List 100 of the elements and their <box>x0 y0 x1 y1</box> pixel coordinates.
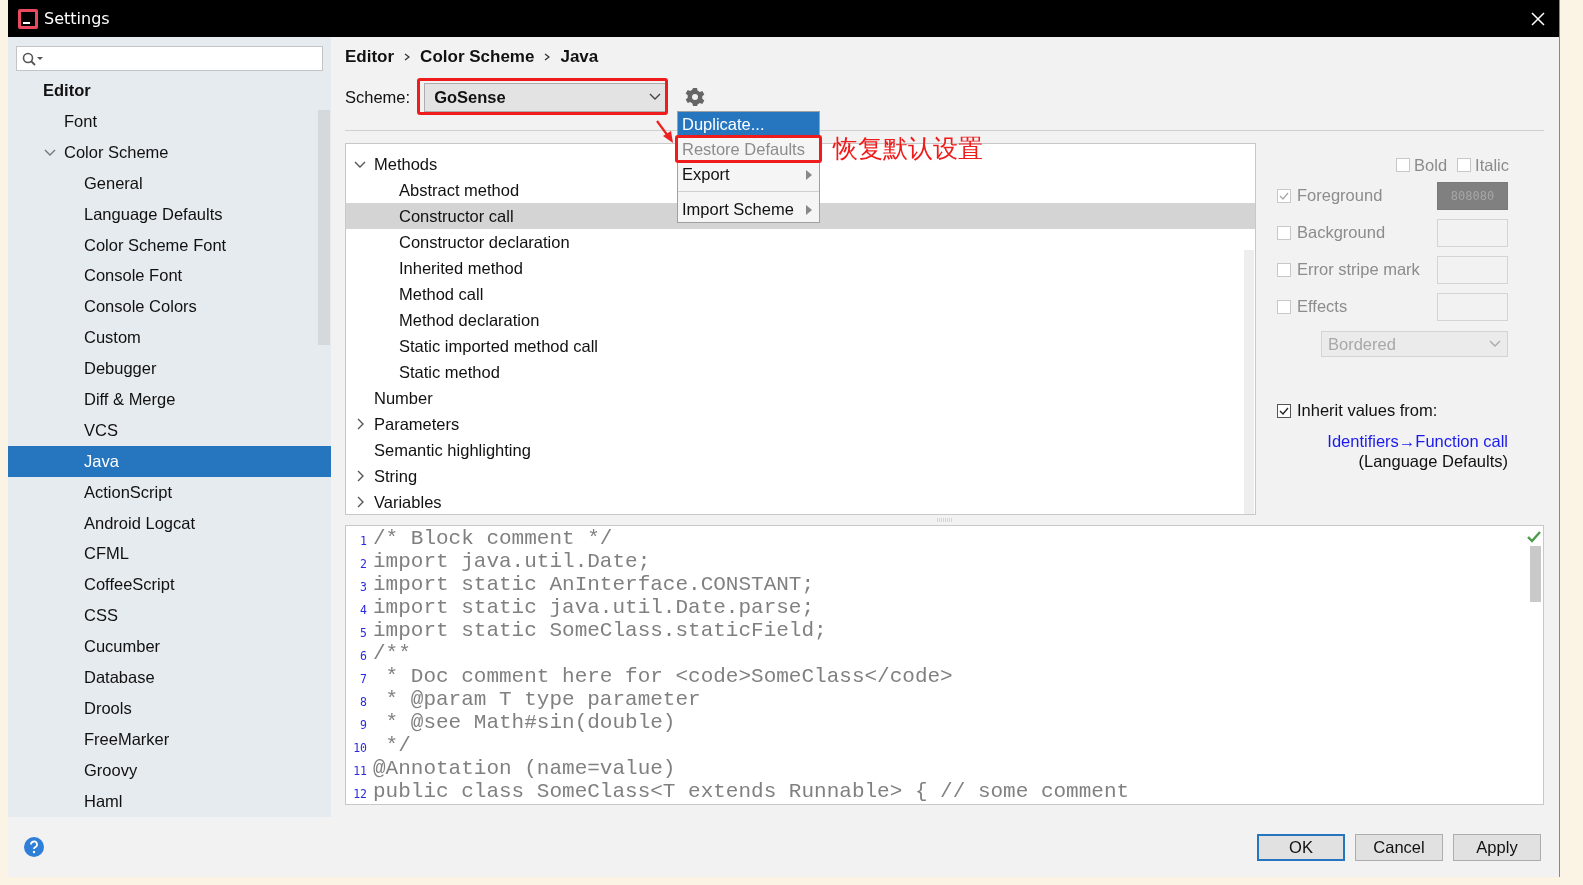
line-number: 5 <box>359 626 367 642</box>
checkbox-label: Background <box>1297 223 1387 242</box>
line-number: 11 <box>352 764 367 780</box>
tree-item[interactable]: Method call <box>346 281 484 307</box>
help-icon[interactable] <box>24 837 44 857</box>
tree-item[interactable]: Abstract method <box>346 177 520 203</box>
breadcrumb-item[interactable]: Editor <box>345 47 395 67</box>
check-icon <box>1527 531 1541 543</box>
menu-item[interactable]: Duplicate... <box>678 112 819 137</box>
search-icon <box>22 51 44 66</box>
code-line: /** <box>373 643 411 665</box>
tree-item[interactable]: Number <box>346 385 433 411</box>
tree-item[interactable]: String <box>346 463 418 489</box>
annotation-text: 恢复默认设置 <box>833 133 983 165</box>
checkbox-label: Foreground <box>1297 186 1384 205</box>
sidebar-item[interactable]: Haml <box>8 785 331 817</box>
checkbox-label: Effects <box>1297 297 1349 316</box>
search-field[interactable] <box>16 46 323 71</box>
color-swatch[interactable] <box>1437 292 1508 321</box>
tree-item[interactable]: Variables <box>346 489 442 514</box>
tree-item[interactable]: Method declaration <box>346 307 540 333</box>
sidebar-item[interactable]: Java <box>8 445 331 477</box>
line-number: 10 <box>352 741 367 757</box>
sidebar-item[interactable]: CFML <box>8 538 331 570</box>
color-swatch[interactable] <box>1437 218 1508 247</box>
sidebar-item[interactable]: Database <box>8 662 331 693</box>
sidebar-item[interactable]: Android Logcat <box>8 507 331 539</box>
settings-icon[interactable] <box>685 87 706 107</box>
sidebar-item[interactable]: Color Scheme Font <box>8 229 331 261</box>
arrow <box>655 120 675 144</box>
sidebar-item[interactable]: CSS <box>8 600 331 632</box>
sidebar-item[interactable]: Color Scheme <box>8 136 331 168</box>
checkbox-label: Error stripe mark <box>1297 260 1421 279</box>
line-number: 6 <box>359 649 367 665</box>
dialog-button[interactable]: OK <box>1257 833 1345 861</box>
line-number: 9 <box>359 718 367 734</box>
sidebar-item[interactable]: Drools <box>8 692 331 724</box>
code-line: * @see Math#sin(double) <box>384 712 676 734</box>
code-line: * Doc comment here for <code>SomeClass</code> <box>384 666 953 688</box>
chevron-right-icon <box>404 53 411 61</box>
tree-item[interactable]: Methods <box>346 151 438 177</box>
code-line: import static java.util.Date.parse; <box>373 597 815 619</box>
app-icon <box>18 8 38 29</box>
dialog-button[interactable]: Cancel <box>1355 833 1443 861</box>
sidebar-item[interactable]: Console Font <box>8 260 331 292</box>
chevron-down-icon <box>649 93 662 101</box>
section-heading: Editor <box>42 80 92 101</box>
submenu-arrow-icon <box>806 169 812 180</box>
sidebar-item[interactable]: CoffeeScript <box>8 569 331 601</box>
checkbox-label: Inherit values from: <box>1297 401 1438 420</box>
sidebar-item[interactable]: Debugger <box>8 353 331 384</box>
tree-item[interactable]: Static imported method call <box>346 333 598 359</box>
chevron-right-icon <box>544 53 551 61</box>
code-line: * @param T type parameter <box>384 689 701 711</box>
window-title: Settings <box>44 9 110 28</box>
line-number: 12 <box>352 787 367 803</box>
sidebar-item[interactable]: Diff & Merge <box>8 384 331 415</box>
sidebar-item[interactable]: VCS <box>8 414 331 446</box>
tree-item[interactable]: Semantic highlighting <box>346 437 531 463</box>
tree-item[interactable]: Static method <box>346 359 500 385</box>
scheme-label: Scheme: <box>345 87 411 107</box>
scrollbar[interactable] <box>1244 250 1254 514</box>
checkbox-label: Bold <box>1414 155 1448 175</box>
code-line: import static AnInterface.CONSTANT; <box>373 574 815 596</box>
menu-item[interactable]: Import Scheme <box>678 197 819 222</box>
line-number: 4 <box>359 603 367 619</box>
sidebar-item[interactable]: Groovy <box>8 754 331 786</box>
breadcrumb-item[interactable]: Java <box>560 47 599 67</box>
sidebar-item[interactable]: FreeMarker <box>8 723 331 755</box>
tree-item[interactable]: Inherited method <box>346 255 523 281</box>
checkbox-label: Italic <box>1475 155 1509 175</box>
code-line: import java.util.Date; <box>373 551 651 573</box>
sidebar-item[interactable]: General <box>8 167 331 199</box>
tree-item[interactable]: Constructor call <box>346 203 514 229</box>
sidebar-item[interactable]: Console Colors <box>8 291 331 323</box>
sidebar-item[interactable]: Cucumber <box>8 631 331 663</box>
code-line: import static SomeClass.staticField; <box>373 620 827 642</box>
color-swatch[interactable] <box>1437 255 1508 284</box>
code-line: /* Block comment */ <box>373 528 613 550</box>
dialog-button[interactable]: Apply <box>1453 833 1541 861</box>
chevron-down-icon <box>1489 340 1501 348</box>
sidebar-item[interactable]: Custom <box>8 322 331 354</box>
code-line: public class SomeClass<T extends Runnable> { // some comment <box>373 781 1130 803</box>
checkbox[interactable] <box>1277 403 1291 418</box>
sidebar-item[interactable]: ActionScript <box>8 476 331 508</box>
line-number: 7 <box>359 672 367 688</box>
line-number: 8 <box>359 695 367 711</box>
code-line: @Annotation (name=value) <box>373 758 676 780</box>
sidebar-item[interactable]: Language Defaults <box>8 198 331 230</box>
breadcrumb-item[interactable]: Color Scheme <box>420 47 535 67</box>
close-icon[interactable] <box>1531 11 1545 26</box>
tree-item[interactable]: Constructor declaration <box>346 229 570 255</box>
menu-item[interactable]: Export <box>678 162 819 187</box>
line-number: 3 <box>359 580 367 596</box>
line-number: 2 <box>359 557 367 573</box>
inherit-link[interactable]: Identifiers→Function call <box>1327 432 1508 451</box>
submenu-arrow-icon <box>806 204 812 215</box>
tree-item[interactable]: Parameters <box>346 411 460 437</box>
line-number: 1 <box>359 534 367 550</box>
sidebar-item[interactable]: Font <box>8 106 331 137</box>
